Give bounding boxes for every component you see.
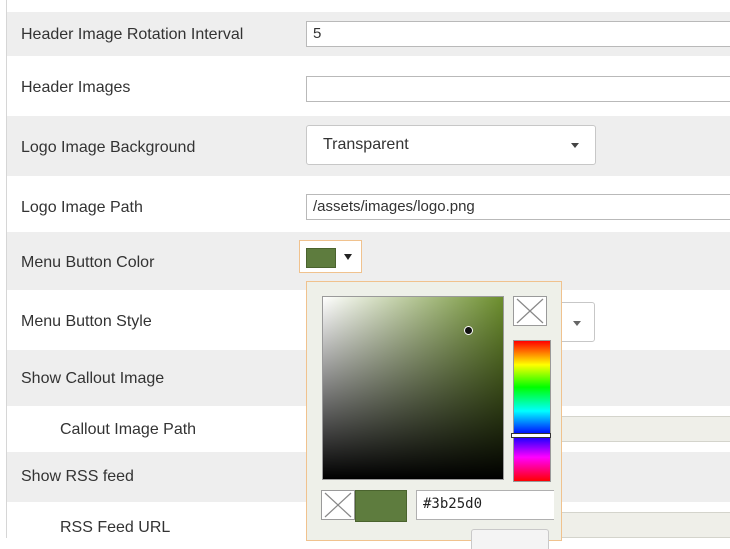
row-header-images: Header Images bbox=[7, 56, 730, 116]
logo-background-value: Transparent bbox=[323, 136, 409, 153]
show-rss-label: Show RSS feed bbox=[21, 468, 134, 485]
chevron-down-icon bbox=[571, 143, 579, 148]
no-color-swatch[interactable] bbox=[321, 490, 355, 520]
menu-color-label: Menu Button Color bbox=[21, 254, 155, 271]
current-color-swatch bbox=[355, 490, 407, 522]
logo-path-label: Logo Image Path bbox=[21, 199, 143, 216]
saturation-value-area[interactable] bbox=[322, 296, 504, 480]
row-logo-path: Logo Image Path /assets/images/logo.png bbox=[7, 176, 730, 232]
row-header-rotation: Header Image Rotation Interval 5 bbox=[7, 12, 730, 56]
close-icon bbox=[324, 492, 352, 518]
picker-ok-button[interactable] bbox=[471, 529, 549, 549]
logo-background-select[interactable]: Transparent bbox=[306, 125, 596, 165]
callout-path-label: Callout Image Path bbox=[60, 421, 197, 438]
logo-background-label: Logo Image Background bbox=[21, 139, 196, 156]
hue-slider[interactable] bbox=[511, 340, 551, 482]
header-rotation-label: Header Image Rotation Interval bbox=[21, 26, 244, 43]
show-callout-label: Show Callout Image bbox=[21, 370, 165, 387]
color-picker-popup: #3b25d0 bbox=[306, 281, 562, 549]
close-icon bbox=[516, 298, 544, 324]
color-swatch bbox=[306, 248, 336, 268]
hue-slider-handle[interactable] bbox=[511, 433, 551, 438]
clear-color-button[interactable] bbox=[513, 296, 547, 326]
header-images-label: Header Images bbox=[21, 79, 131, 96]
menu-style-label: Menu Button Style bbox=[21, 313, 152, 330]
header-rotation-input[interactable]: 5 bbox=[306, 21, 730, 47]
header-images-input[interactable] bbox=[306, 76, 730, 102]
hex-color-input[interactable]: #3b25d0 bbox=[416, 490, 554, 520]
logo-path-input[interactable]: /assets/images/logo.png bbox=[306, 194, 730, 220]
menu-color-button[interactable] bbox=[299, 240, 362, 273]
row-logo-background: Logo Image Background Transparent bbox=[7, 116, 730, 176]
dropdown-triangle-icon bbox=[344, 254, 352, 260]
rss-url-label: RSS Feed URL bbox=[60, 519, 171, 536]
chevron-down-icon bbox=[573, 321, 581, 326]
color-selector-dot[interactable] bbox=[464, 326, 473, 335]
